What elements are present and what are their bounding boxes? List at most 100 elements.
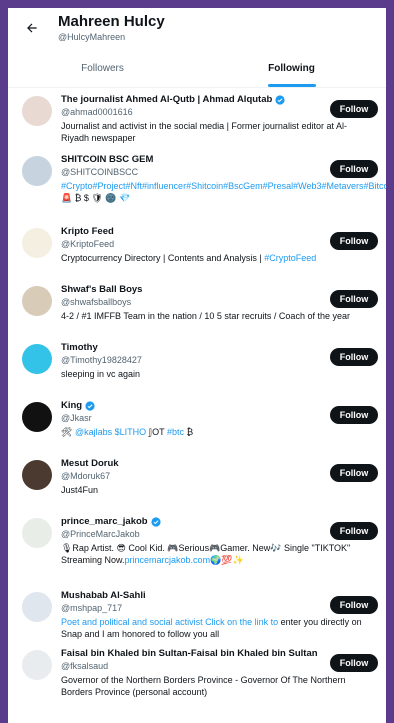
user-bio: Cryptocurrency Directory | Contents and … <box>61 252 378 264</box>
user-info: Timothy @Timothy19828427 Follow sleeping in… <box>61 342 378 394</box>
user-name[interactable]: prince_marc_jakob <box>61 516 161 528</box>
avatar[interactable] <box>22 96 52 126</box>
user-row[interactable]: The journalist Ahmed Al-Qutb | Ahmad Alq… <box>8 88 386 148</box>
avatar[interactable] <box>22 286 52 316</box>
user-info: Kripto Feed @KriptoFeed Follow Cryptocurren… <box>61 226 378 278</box>
user-handle: @SHITCOINBSCC <box>61 167 139 177</box>
user-handle: @Mdoruk67 <box>61 471 111 481</box>
user-handle: @fksalsaud <box>61 661 109 671</box>
bio-text: sleeping in vc again <box>61 369 141 379</box>
bio-link[interactable]: #CryptoFeed <box>264 253 316 263</box>
user-handle: @KriptoFeed <box>61 239 115 249</box>
tab-followers[interactable]: Followers <box>8 50 197 87</box>
user-row[interactable]: Mesut Doruk @Mdoruk67 Follow Just4Fun <box>8 452 386 510</box>
user-name[interactable]: SHITCOIN BSC GEM <box>61 154 153 166</box>
user-info: The journalist Ahmed Al-Qutb | Ahmad Alq… <box>61 94 378 148</box>
follow-button[interactable]: Follow <box>330 348 378 366</box>
following-list: The journalist Ahmed Al-Qutb | Ahmad Alq… <box>8 88 386 702</box>
follow-button[interactable]: Follow <box>330 406 378 424</box>
user-info: Mesut Doruk @Mdoruk67 Follow Just4Fun <box>61 458 378 510</box>
bio-link[interactable]: princemarcjakob.com <box>125 555 211 565</box>
follow-button[interactable]: Follow <box>330 596 378 614</box>
user-name[interactable]: King <box>61 400 95 412</box>
user-name[interactable]: Faisal bin Khaled bin Sultan-Faisal bin … <box>61 648 318 660</box>
user-row[interactable]: prince_marc_jakob @PrinceMarcJakob Follow 🎙… <box>8 510 386 584</box>
user-header: SHITCOIN BSC GEM @SHITCOINBSCC Follow <box>61 154 378 178</box>
user-name[interactable]: Timothy <box>61 342 142 354</box>
back-button[interactable] <box>16 12 48 44</box>
user-name[interactable]: Mushabab Al-Sahli <box>61 590 146 602</box>
user-header: Shwaf's Ball Boys @shwafsballboys Follow <box>61 284 378 308</box>
user-header: Faisal bin Khaled bin Sultan-Faisal bin … <box>61 648 378 672</box>
avatar[interactable] <box>22 460 52 490</box>
profile-name: Mahreen Hulcy <box>58 13 165 30</box>
user-bio: sleeping in vc again <box>61 368 378 380</box>
header-titles: Mahreen Hulcy @HulcyMahreen <box>58 13 165 43</box>
follow-button[interactable]: Follow <box>330 160 378 178</box>
user-name-text: Mesut Doruk <box>61 458 119 469</box>
user-info: King @Jkasr Follow 🛠 @kajlabs $LITHO 𝕁OT #b… <box>61 400 378 452</box>
user-row[interactable]: King @Jkasr Follow 🛠 @kajlabs $LITHO 𝕁OT #b… <box>8 394 386 452</box>
user-header: The journalist Ahmed Al-Qutb | Ahmad Alq… <box>61 94 378 118</box>
bio-link[interactable]: #btc <box>167 427 184 437</box>
user-info: SHITCOIN BSC GEM @SHITCOINBSCC Follow #Cryp… <box>61 154 386 220</box>
user-name[interactable]: The journalist Ahmed Al-Qutb | Ahmad Alq… <box>61 94 285 106</box>
bio-text: 🚨 ₿ $ 🛡 🌚 💎 <box>61 193 131 203</box>
follow-button[interactable]: Follow <box>330 232 378 250</box>
follow-button[interactable]: Follow <box>330 654 378 672</box>
bio-link[interactable]: Poet and political and social activist C… <box>61 617 278 627</box>
follow-button[interactable]: Follow <box>330 290 378 308</box>
user-handle: @shwafsballboys <box>61 297 132 307</box>
user-bio: Journalist and activist in the social me… <box>61 120 378 144</box>
avatar[interactable] <box>22 518 52 548</box>
tab-following[interactable]: Following <box>197 50 386 87</box>
user-name[interactable]: Shwaf's Ball Boys <box>61 284 142 296</box>
bio-link[interactable]: #Crypto#Project#Nft#influencer#Shitcoin#… <box>61 181 386 191</box>
user-identity: Kripto Feed @KriptoFeed <box>61 226 114 250</box>
user-row[interactable]: Kripto Feed @KriptoFeed Follow Cryptocurren… <box>8 220 386 278</box>
user-name-text: Faisal bin Khaled bin Sultan-Faisal bin … <box>61 648 318 659</box>
follow-button[interactable]: Follow <box>330 100 378 118</box>
user-bio: #Crypto#Project#Nft#influencer#Shitcoin#… <box>61 180 386 204</box>
follow-button[interactable]: Follow <box>330 522 378 540</box>
follow-button[interactable]: Follow <box>330 464 378 482</box>
profile-handle: @HulcyMahreen <box>58 32 126 42</box>
avatar[interactable] <box>22 156 52 186</box>
user-identity: SHITCOIN BSC GEM @SHITCOINBSCC <box>61 154 153 178</box>
user-name-text: Mushabab Al-Sahli <box>61 590 146 601</box>
verified-badge-icon <box>275 95 285 105</box>
user-row[interactable]: Mushabab Al-Sahli @mshpap_717 Follow Poet a… <box>8 584 386 642</box>
user-header: Timothy @Timothy19828427 Follow <box>61 342 378 366</box>
user-handle: @ahmad0001616 <box>61 107 133 117</box>
user-name[interactable]: Mesut Doruk <box>61 458 119 470</box>
avatar[interactable] <box>22 592 52 622</box>
bio-text: Journalist and activist in the social me… <box>61 121 347 143</box>
avatar[interactable] <box>22 402 52 432</box>
user-bio: Just4Fun <box>61 484 378 496</box>
bio-text: 🌍💯✨ <box>210 555 244 565</box>
user-info: Shwaf's Ball Boys @shwafsballboys Follow 4-… <box>61 284 378 336</box>
bio-text: Governor of the Northern Borders Provinc… <box>61 675 346 697</box>
user-name[interactable]: Kripto Feed <box>61 226 114 238</box>
user-identity: The journalist Ahmed Al-Qutb | Ahmad Alq… <box>61 94 285 118</box>
user-info: Faisal bin Khaled bin Sultan-Faisal bin … <box>61 648 378 702</box>
user-header: Mesut Doruk @Mdoruk67 Follow <box>61 458 378 482</box>
user-header: Kripto Feed @KriptoFeed Follow <box>61 226 378 250</box>
user-name-text: Kripto Feed <box>61 226 114 237</box>
tab-bar: Followers Following <box>8 50 386 88</box>
user-name-text: Shwaf's Ball Boys <box>61 284 143 295</box>
user-row[interactable]: Shwaf's Ball Boys @shwafsballboys Follow 4-… <box>8 278 386 336</box>
user-identity: King @Jkasr <box>61 400 95 424</box>
avatar[interactable] <box>22 228 52 258</box>
user-row[interactable]: Faisal bin Khaled bin Sultan-Faisal bin … <box>8 642 386 702</box>
bio-text: Cryptocurrency Directory | Contents and … <box>61 253 265 263</box>
avatar[interactable] <box>22 344 52 374</box>
user-row[interactable]: Timothy @Timothy19828427 Follow sleeping in… <box>8 336 386 394</box>
user-name-text: prince_marc_jakob <box>61 516 148 527</box>
user-header: King @Jkasr Follow <box>61 400 378 424</box>
user-row[interactable]: SHITCOIN BSC GEM @SHITCOINBSCC Follow #Cryp… <box>8 148 386 220</box>
user-name-text: SHITCOIN BSC GEM <box>61 154 154 165</box>
bio-link[interactable]: @kajlabs $LITHO <box>75 427 146 437</box>
user-name-text: Timothy <box>61 342 98 353</box>
avatar[interactable] <box>22 650 52 680</box>
